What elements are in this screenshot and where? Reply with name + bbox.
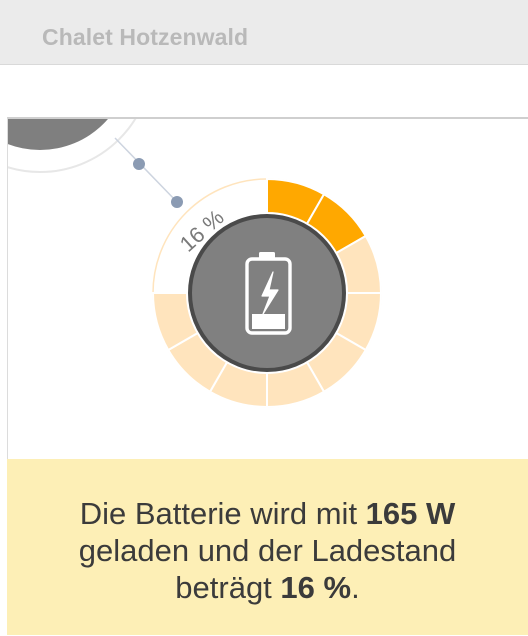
flow-connector-line — [114, 137, 179, 204]
info-text-part: Die Batterie wird mit — [79, 496, 366, 531]
battery-info-text: Die Batterie wird mit 165 W geladen und … — [7, 495, 528, 606]
charge-percent-value: 16 % — [280, 570, 352, 605]
battery-info-box: Die Batterie wird mit 165 W geladen und … — [7, 459, 528, 635]
info-text-end: . — [351, 570, 360, 605]
charge-power-value: 165 W — [365, 496, 456, 531]
flow-dot — [133, 158, 145, 170]
flow-dot — [171, 196, 183, 208]
info-text-part: geladen und der Ladestand — [78, 533, 457, 568]
energy-flow-diagram — [0, 0, 383, 409]
info-text-part: beträgt — [175, 570, 281, 605]
grid-node[interactable] — [0, 0, 130, 150]
